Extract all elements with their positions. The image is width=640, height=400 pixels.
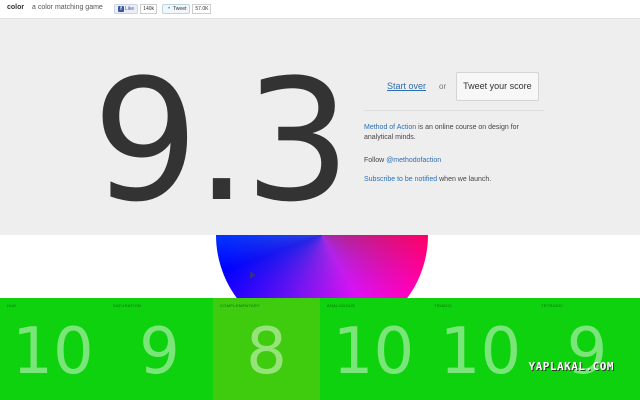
cell-value: 10 [439, 315, 522, 389]
score-panel: 9.3 Start over or Tweet your score Metho… [0, 19, 640, 235]
brand-name: color [7, 4, 25, 11]
start-over-link[interactable]: Start over [387, 81, 426, 91]
cell-value: 9 [566, 315, 608, 389]
cell-label: complementary [220, 303, 260, 308]
cell-value: 8 [246, 315, 287, 389]
tweet-count: 57.0K [192, 3, 212, 14]
play-cursor-icon [250, 271, 256, 279]
course-info: Method of Action is an online course on … [364, 123, 524, 143]
watermark-logo: YAPLAKAL.COM [528, 360, 614, 373]
facebook-icon: f [118, 5, 124, 12]
category-scores: hue 10 saturation 9 complementary 8 anal… [0, 298, 640, 400]
score-cell-triadic: triadic 10 [427, 298, 534, 400]
tagline: a color matching game [32, 4, 103, 11]
cell-value: 10 [12, 315, 94, 389]
top-bar: color a color matching game f Like 140k … [0, 0, 640, 19]
total-score: 9.3 [92, 43, 351, 239]
follow-text: Follow [364, 157, 387, 164]
score-cell-analogous: analogous 10 [320, 298, 427, 400]
cell-label: hue [7, 303, 17, 308]
tweet-button[interactable]: • Tweet [162, 3, 191, 14]
tweet-label: Tweet [173, 5, 187, 12]
tweet-score-button[interactable]: Tweet your score [456, 71, 539, 101]
course-link[interactable]: Method of Action [364, 124, 416, 131]
or-separator: or [439, 81, 447, 91]
subscribe-info: Subscribe to be notified when we launch. [364, 175, 491, 185]
cell-label: tetradic [541, 303, 564, 308]
facebook-like-button[interactable]: f Like [114, 3, 139, 14]
twitter-handle-link[interactable]: @methodofaction [386, 157, 441, 164]
subscribe-text: when we launch. [437, 176, 492, 183]
score-cell-tetradic: tetradic 9 [534, 298, 640, 400]
divider [364, 110, 544, 111]
cell-value: 9 [139, 315, 180, 389]
score-cell-complementary: complementary 8 [213, 298, 320, 400]
like-count: 140k [140, 3, 158, 14]
cell-value: 10 [332, 315, 415, 389]
score-cell-hue: hue 10 [0, 298, 106, 400]
color-wheel-shade [216, 235, 428, 299]
subscribe-link[interactable]: Subscribe to be notified [364, 176, 437, 183]
social-buttons: f Like 140k • Tweet 57.0K [114, 3, 214, 14]
score-cell-saturation: saturation 9 [106, 298, 213, 400]
cell-label: triadic [434, 303, 453, 308]
like-label: Like [125, 5, 135, 12]
twitter-bird-icon: • [167, 5, 171, 12]
follow-info: Follow @methodofaction [364, 156, 441, 166]
score-actions: Start over or Tweet your score [387, 71, 539, 101]
color-wheel[interactable] [216, 235, 428, 299]
cell-label: analogous [327, 303, 356, 308]
cell-label: saturation [113, 303, 142, 308]
